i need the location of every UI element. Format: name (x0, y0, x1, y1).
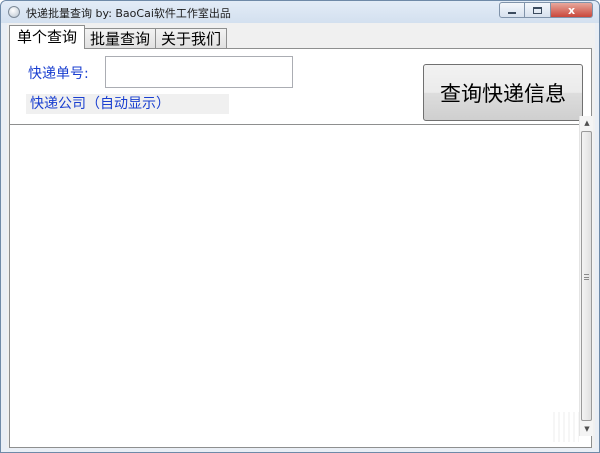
vertical-scrollbar[interactable]: ▲ ▼ (579, 116, 593, 436)
scroll-thumb[interactable] (581, 131, 592, 421)
tab-strip: 单个查询 批量查询 关于我们 (9, 25, 228, 49)
minimize-icon (508, 12, 516, 14)
resize-grip-icon[interactable] (553, 412, 579, 442)
scroll-down-icon[interactable]: ▼ (580, 422, 594, 436)
single-query-panel: 快递单号: 快递公司（自动显示） 查询快递信息 (9, 48, 592, 448)
minimize-button[interactable] (499, 2, 525, 18)
caption-buttons: x (499, 2, 593, 18)
maximize-button[interactable] (525, 2, 551, 18)
close-button[interactable]: x (551, 2, 593, 18)
tab-batch-query[interactable]: 批量查询 (84, 28, 157, 49)
scroll-up-icon[interactable]: ▲ (580, 116, 594, 130)
title-bar[interactable]: 快递批量查询 by: BaoCai软件工作室出品 x (1, 1, 599, 23)
app-icon (8, 6, 20, 18)
grip-icon (584, 274, 589, 280)
maximize-icon (533, 6, 542, 14)
tab-about-us[interactable]: 关于我们 (155, 28, 228, 49)
tracking-number-label: 快递单号: (28, 66, 89, 82)
courier-company-display: 快递公司（自动显示） (26, 94, 229, 114)
window-title: 快递批量查询 by: BaoCai软件工作室出品 (26, 7, 231, 20)
tracking-number-input[interactable] (105, 56, 293, 88)
result-textarea[interactable] (10, 124, 591, 447)
tab-single-query[interactable]: 单个查询 (9, 25, 86, 49)
close-icon: x (567, 3, 576, 17)
query-tracking-button[interactable]: 查询快递信息 (423, 64, 583, 121)
app-window: 快递批量查询 by: BaoCai软件工作室出品 x 单个查询 批量查询 关于我… (0, 0, 600, 453)
client-area: 单个查询 批量查询 关于我们 快递单号: 快递公司（自动显示） 查询快递信息 ▲… (7, 23, 595, 448)
